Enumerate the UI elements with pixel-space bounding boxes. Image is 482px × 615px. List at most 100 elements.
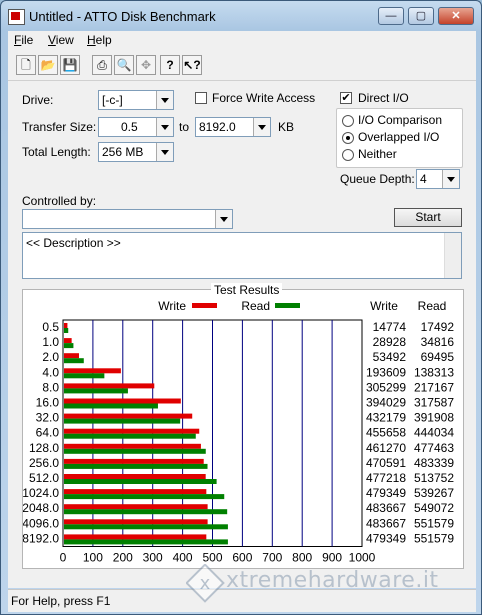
value-read: 513752 — [414, 471, 454, 485]
bar-write — [64, 398, 181, 404]
value-read: 549072 — [414, 501, 454, 515]
value-write: 483667 — [366, 501, 406, 515]
value-write: 455658 — [366, 426, 406, 440]
total-length-select[interactable]: 256 MB — [98, 142, 174, 162]
bar-write — [64, 474, 206, 479]
value-read: 483339 — [414, 456, 454, 470]
description-text: << Description >> — [26, 236, 121, 250]
title-bar[interactable]: Untitled - ATTO Disk Benchmark — ▢ ✕ — [1, 1, 481, 31]
menu-file[interactable]: File — [14, 33, 33, 47]
value-read: 138313 — [414, 365, 454, 379]
menu-view[interactable]: View — [48, 33, 74, 47]
main-panel: Drive: [-c-] Force Write Access ✔ Direct… — [8, 81, 476, 588]
menu-help[interactable]: Help — [87, 33, 112, 47]
value-write: 479349 — [366, 531, 406, 545]
overlapped-io-label: Overlapped I/O — [358, 130, 440, 144]
bar-write — [64, 413, 193, 419]
value-write: 53492 — [373, 350, 407, 364]
controlled-by-select[interactable] — [22, 209, 233, 229]
value-write: 432179 — [366, 411, 406, 425]
description-scrollbar[interactable] — [444, 233, 461, 278]
column-read-header: Read — [418, 299, 447, 313]
bar-read — [64, 373, 105, 379]
to-label: to — [179, 120, 190, 134]
y-category-label: 1.0 — [42, 335, 59, 349]
watermark: x xtremehardware.it — [186, 564, 466, 604]
bar-read — [64, 479, 217, 484]
y-category-label: 2.0 — [42, 350, 59, 364]
controlled-by-label: Controlled by: — [22, 194, 97, 208]
bar-read — [64, 463, 208, 469]
bar-read — [64, 539, 228, 545]
bar-read — [64, 328, 69, 333]
x-tick-label: 400 — [173, 551, 193, 565]
y-category-label: 16.0 — [36, 396, 60, 410]
bar-write — [64, 458, 204, 464]
drive-value: [-c-] — [102, 93, 123, 107]
bar-read — [64, 358, 84, 364]
direct-io-checkbox[interactable]: ✔ — [340, 92, 352, 104]
y-category-label: 2048.0 — [23, 501, 59, 515]
x-tick-label: 100 — [83, 551, 103, 565]
x-tick-label: 900 — [322, 551, 342, 565]
close-button[interactable]: ✕ — [438, 7, 474, 25]
window-title: Untitled - ATTO Disk Benchmark — [29, 9, 216, 24]
force-write-checkbox[interactable] — [195, 92, 207, 104]
transfer-from-select[interactable]: 0.5 — [98, 117, 174, 137]
context-help-icon[interactable]: ↖? — [182, 55, 202, 75]
watermark-logo: x — [186, 564, 225, 603]
value-write: 28928 — [373, 335, 407, 349]
io-comparison-label: I/O Comparison — [358, 113, 443, 127]
chevron-down-icon[interactable] — [156, 91, 173, 109]
description-box[interactable]: << Description >> — [22, 232, 462, 279]
value-write: 483667 — [366, 516, 406, 530]
start-button[interactable]: Start — [394, 208, 462, 227]
neither-label: Neither — [358, 147, 397, 161]
transfer-from-value: 0.5 — [121, 120, 138, 134]
direct-io-label: Direct I/O — [358, 91, 409, 105]
queue-depth-select[interactable]: 4 — [416, 169, 460, 189]
value-write: 477218 — [366, 471, 406, 485]
svg-text:x: x — [200, 573, 211, 594]
chevron-down-icon[interactable] — [253, 118, 270, 136]
drive-label: Drive: — [22, 93, 54, 107]
chevron-down-icon[interactable] — [215, 210, 232, 228]
bar-write — [64, 489, 207, 495]
results-chart: Write Read Write Read 0 100 200 300 400 500 600 700… — [23, 299, 454, 568]
help-icon[interactable]: ? — [160, 55, 180, 75]
chevron-down-icon[interactable] — [156, 118, 173, 136]
radio-io-comparison[interactable] — [342, 115, 354, 127]
radio-neither[interactable] — [342, 149, 354, 161]
print-icon[interactable]: ⎙ — [92, 55, 112, 75]
y-category-label: 256.0 — [29, 456, 59, 470]
save-icon[interactable]: 💾 — [60, 55, 80, 75]
value-write: 14774 — [373, 320, 407, 334]
chevron-down-icon[interactable] — [156, 143, 173, 161]
y-category-label: 64.0 — [36, 426, 60, 440]
drive-select[interactable]: [-c-] — [98, 90, 174, 110]
value-write: 470591 — [366, 456, 406, 470]
radio-overlapped-io[interactable] — [342, 132, 354, 144]
bar-read — [64, 418, 181, 424]
bar-read — [64, 343, 74, 349]
bar-write — [64, 368, 121, 374]
x-tick-label: 1000 — [349, 551, 376, 565]
bar-write — [64, 443, 201, 449]
y-category-label: 8192.0 — [23, 531, 59, 545]
chevron-down-icon[interactable] — [442, 170, 459, 188]
value-write: 479349 — [366, 486, 406, 500]
transfer-to-select[interactable]: 8192.0 — [195, 117, 271, 137]
y-category-label: 32.0 — [36, 411, 60, 425]
new-icon[interactable]: 🗋 — [16, 55, 36, 75]
bar-read — [64, 494, 225, 500]
bar-write — [64, 353, 79, 359]
value-read: 444034 — [414, 426, 454, 440]
y-category-label: 0.5 — [42, 320, 59, 334]
print-preview-icon[interactable]: 🔍 — [114, 55, 134, 75]
open-icon[interactable]: 📂 — [38, 55, 58, 75]
move-icon[interactable]: ✥ — [136, 55, 156, 75]
minimize-button[interactable]: — — [378, 7, 404, 25]
bar-read — [64, 388, 128, 394]
y-category-label: 1024.0 — [23, 486, 59, 500]
maximize-button[interactable]: ▢ — [408, 7, 434, 25]
